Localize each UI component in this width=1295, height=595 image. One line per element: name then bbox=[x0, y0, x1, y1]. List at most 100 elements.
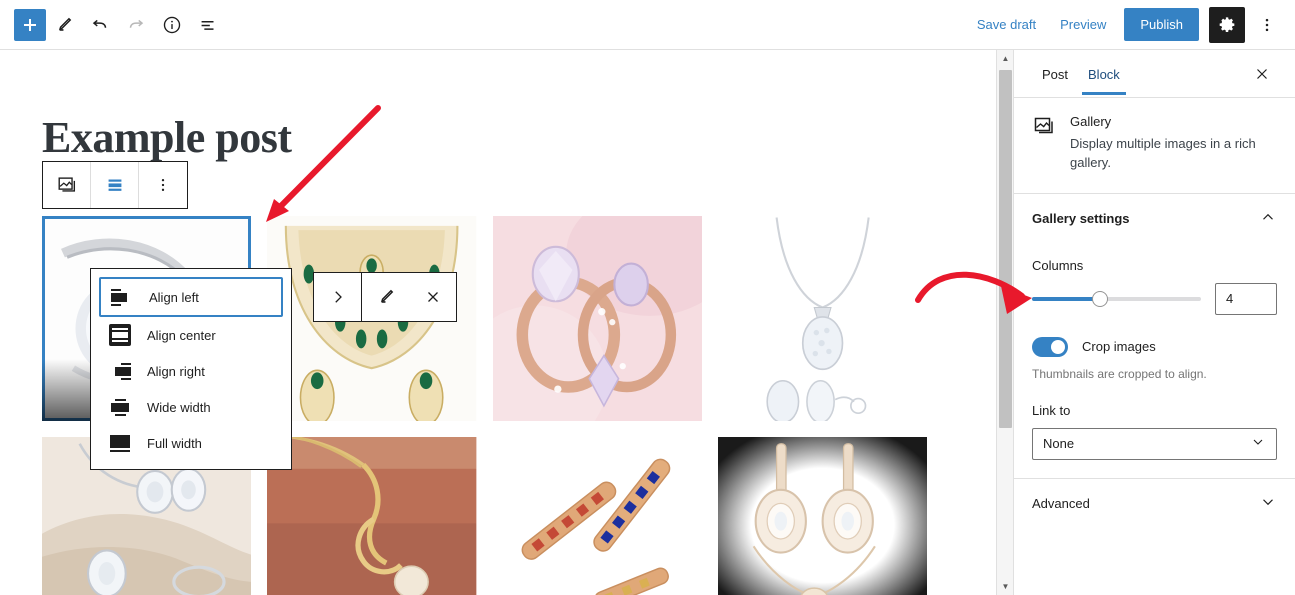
top-bar-tools bbox=[0, 7, 226, 43]
pendant-earrings-photo bbox=[717, 216, 927, 421]
slider-fill bbox=[1032, 296, 1100, 301]
crop-images-label: Crop images bbox=[1082, 339, 1156, 355]
align-left-icon bbox=[111, 288, 135, 306]
close-sidebar-button[interactable] bbox=[1247, 59, 1277, 89]
menu-item-wide-width[interactable]: Wide width bbox=[99, 389, 283, 425]
menu-item-label: Align right bbox=[147, 363, 205, 379]
menu-item-full-width[interactable]: Full width bbox=[99, 425, 283, 461]
drop-earrings-photo bbox=[717, 437, 927, 595]
columns-slider[interactable] bbox=[1032, 290, 1201, 308]
top-bar-actions: Save draft Preview Publish bbox=[965, 6, 1295, 43]
toggle-knob bbox=[1051, 339, 1065, 354]
publish-button[interactable]: Publish bbox=[1124, 8, 1199, 41]
scrollbar-thumb[interactable] bbox=[999, 70, 1012, 428]
crop-images-help-text: Thumbnails are cropped to align. bbox=[1032, 366, 1207, 381]
canvas-scrollbar[interactable]: ▲ ▼ bbox=[996, 50, 1013, 595]
menu-item-label: Align center bbox=[147, 327, 216, 343]
kebab-vertical-icon bbox=[1265, 18, 1269, 31]
menu-item-align-center[interactable]: Align center bbox=[99, 317, 283, 353]
settings-button[interactable] bbox=[1209, 6, 1245, 43]
columns-number-input[interactable]: 4 bbox=[1215, 282, 1277, 315]
wide-width-icon bbox=[109, 398, 133, 416]
menu-item-label: Full width bbox=[147, 435, 202, 451]
block-title: Gallery bbox=[1070, 114, 1112, 129]
plus-icon bbox=[24, 18, 36, 31]
block-description: Display multiple images in a rich galler… bbox=[1070, 136, 1256, 170]
panel-title: Gallery settings bbox=[1032, 211, 1130, 227]
columns-label: Columns bbox=[1032, 257, 1084, 273]
edit-image-button[interactable] bbox=[362, 273, 409, 321]
menu-item-align-right[interactable]: Align right bbox=[99, 353, 283, 389]
align-right-icon bbox=[109, 362, 133, 380]
tab-post[interactable]: Post bbox=[1032, 53, 1078, 94]
link-to-value: None bbox=[1043, 436, 1075, 452]
gallery-image-3[interactable] bbox=[492, 216, 702, 421]
more-options-button[interactable] bbox=[1249, 7, 1285, 43]
block-toolbar bbox=[42, 161, 188, 209]
settings-sidebar: Post Block Gallery Display multiple imag… bbox=[1013, 50, 1295, 595]
gold-chain-photo bbox=[267, 437, 477, 595]
edit-tool-button[interactable] bbox=[46, 7, 82, 43]
add-block-button[interactable] bbox=[14, 8, 46, 41]
close-x-icon bbox=[427, 292, 438, 302]
preview-button[interactable]: Preview bbox=[1048, 9, 1118, 40]
gallery-image-8[interactable] bbox=[717, 437, 927, 595]
image-toolbar bbox=[313, 272, 457, 322]
gemstone-rings-photo bbox=[492, 216, 702, 421]
chevron-up-icon bbox=[1259, 208, 1277, 229]
panel-title: Advanced bbox=[1032, 496, 1090, 512]
columns-control-row: 4 bbox=[1032, 282, 1277, 315]
chevron-right-icon bbox=[334, 291, 342, 303]
gallery-icon bbox=[58, 177, 75, 192]
menu-item-label: Wide width bbox=[147, 399, 211, 415]
pencil-icon bbox=[58, 17, 72, 31]
move-image-right-button[interactable] bbox=[314, 273, 361, 321]
gallery-image-4[interactable] bbox=[717, 216, 927, 421]
redo-arrow-icon bbox=[129, 19, 144, 28]
align-center-icon bbox=[108, 179, 121, 191]
scroll-up-arrow-icon[interactable]: ▲ bbox=[997, 50, 1014, 67]
redo-button[interactable] bbox=[118, 7, 154, 43]
sidebar-tabs: Post Block bbox=[1014, 50, 1295, 98]
crop-images-row: Crop images bbox=[1032, 336, 1277, 357]
block-info-text: Gallery Display multiple images in a ric… bbox=[1070, 114, 1277, 173]
page-title[interactable]: Example post bbox=[42, 112, 292, 163]
menu-item-align-left[interactable]: Align left bbox=[99, 277, 283, 317]
advanced-panel-header[interactable]: Advanced bbox=[1014, 479, 1295, 529]
bangles-photo bbox=[492, 437, 702, 595]
gallery-settings-panel-header[interactable]: Gallery settings bbox=[1014, 194, 1295, 244]
details-button[interactable] bbox=[154, 7, 190, 43]
menu-item-label: Align left bbox=[149, 289, 199, 305]
editor-top-bar: Save draft Preview Publish bbox=[0, 0, 1295, 50]
alignment-dropdown-menu: Align left Align center Align right Wide… bbox=[90, 268, 292, 470]
save-draft-button[interactable]: Save draft bbox=[965, 9, 1048, 40]
link-to-select[interactable]: None bbox=[1032, 427, 1277, 460]
undo-button[interactable] bbox=[82, 7, 118, 43]
gear-icon bbox=[1219, 16, 1235, 32]
crop-images-toggle[interactable] bbox=[1032, 336, 1068, 357]
gallery-image-7[interactable] bbox=[492, 437, 702, 595]
pencil-icon bbox=[380, 289, 393, 303]
remove-image-button[interactable] bbox=[409, 273, 456, 321]
list-view-button[interactable] bbox=[190, 7, 226, 43]
change-alignment-button[interactable] bbox=[91, 162, 139, 208]
slider-thumb[interactable] bbox=[1091, 290, 1108, 307]
block-info-card: Gallery Display multiple images in a ric… bbox=[1014, 98, 1295, 194]
list-view-icon bbox=[201, 20, 214, 30]
gallery-image-6[interactable] bbox=[267, 437, 477, 595]
editor-canvas: Example post Add caption bbox=[0, 50, 1012, 595]
undo-arrow-icon bbox=[92, 19, 107, 28]
gallery-settings-body: Columns 4 Crop images Thumbnails are cro… bbox=[1014, 244, 1295, 479]
scroll-down-arrow-icon[interactable]: ▼ bbox=[997, 578, 1014, 595]
full-width-icon bbox=[109, 434, 133, 452]
close-x-icon bbox=[1257, 68, 1267, 79]
block-type-gallery-button[interactable] bbox=[43, 162, 91, 208]
link-to-label: Link to bbox=[1032, 402, 1071, 418]
chevron-down-icon bbox=[1250, 434, 1266, 453]
tab-block[interactable]: Block bbox=[1078, 53, 1130, 95]
align-center-icon bbox=[109, 324, 133, 346]
gallery-icon bbox=[1032, 114, 1056, 173]
kebab-vertical-icon bbox=[161, 179, 165, 191]
info-icon bbox=[163, 16, 181, 33]
block-options-button[interactable] bbox=[139, 162, 187, 208]
